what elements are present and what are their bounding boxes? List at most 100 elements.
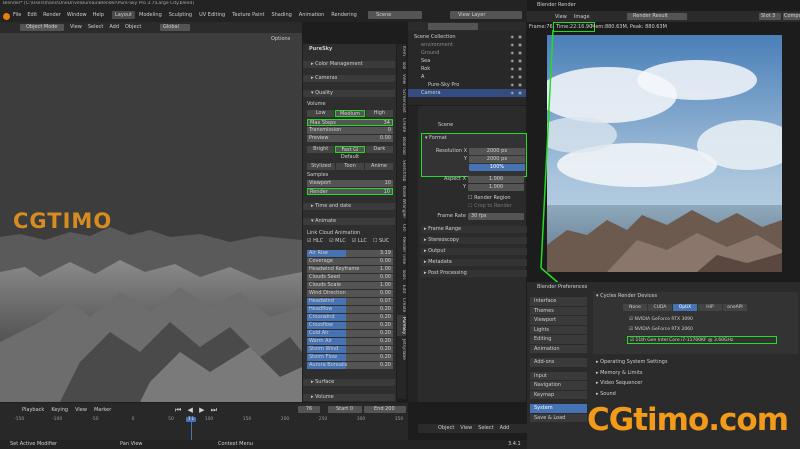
workspace-tab-shading[interactable]: Shading bbox=[268, 11, 294, 19]
eye-icon[interactable]: ◉ bbox=[511, 49, 515, 57]
eye-icon[interactable]: ◉ bbox=[511, 73, 515, 81]
camera-toggle-icon[interactable]: ▣ bbox=[518, 33, 522, 41]
device-checkbox[interactable]: ☑ 11th Gen Intel Core i7-11700KF @ 3.60G… bbox=[627, 336, 777, 344]
start-field[interactable]: Start 0 bbox=[328, 406, 362, 413]
sidebar-tab-puresky[interactable]: PureSky bbox=[397, 315, 406, 337]
quality-panel[interactable]: ▾ Quality bbox=[303, 90, 395, 97]
section-post-processing[interactable]: ▸ Post Processing bbox=[421, 270, 527, 277]
crop-checkbox[interactable]: ☐ Crop to Render bbox=[468, 203, 512, 210]
camera-toggle-icon[interactable]: ▣ bbox=[518, 81, 522, 89]
pref-nav-viewport[interactable]: Viewport bbox=[530, 316, 587, 325]
menu-window[interactable]: Window bbox=[67, 12, 87, 18]
render-samples-field[interactable]: Render 10 bbox=[307, 188, 393, 195]
anim-row[interactable]: Storm Wind 0.20 bbox=[307, 346, 393, 353]
res-x-field[interactable]: 2000 px bbox=[469, 148, 525, 155]
outliner-item[interactable]: A ◉ ▣ bbox=[408, 73, 526, 81]
render-menu-image[interactable]: Image bbox=[574, 14, 590, 20]
quality-low-button[interactable]: Low bbox=[307, 110, 335, 117]
checkbox-hlc[interactable]: ☑ HLC bbox=[307, 238, 323, 244]
quality-high-button[interactable]: High bbox=[365, 110, 393, 117]
pref-section-memory-limits[interactable]: ▸ Memory & Limits bbox=[593, 369, 798, 377]
sidebar-tab-create[interactable]: Create bbox=[397, 296, 406, 314]
menu-edit[interactable]: Edit bbox=[27, 12, 37, 18]
pref-nav-system[interactable]: System bbox=[530, 404, 587, 413]
sidebar-tab-tools[interactable]: Tools bbox=[397, 267, 406, 282]
sidebar-tab-item[interactable]: Item bbox=[397, 44, 406, 58]
menu-file[interactable]: File bbox=[13, 12, 21, 18]
anim-row[interactable]: Storm Flow 0.20 bbox=[307, 354, 393, 361]
section-metadata[interactable]: ▸ Metadata bbox=[421, 259, 527, 266]
workspace-tab-texture-paint[interactable]: Texture Paint bbox=[229, 11, 267, 19]
pref-section-sound[interactable]: ▸ Sound bbox=[593, 390, 798, 398]
anim-row[interactable]: Clouds Seed 0.00 bbox=[307, 274, 393, 281]
timeline-menu-keying[interactable]: Keying bbox=[51, 407, 68, 413]
device-tab-none[interactable]: None bbox=[623, 304, 647, 311]
style-stylized-button[interactable]: Stylized bbox=[307, 163, 335, 170]
render-menu-view[interactable]: View bbox=[555, 14, 567, 20]
end-field[interactable]: End 200 bbox=[364, 406, 406, 413]
pref-nav-editing[interactable]: Editing bbox=[530, 335, 587, 344]
anim-row[interactable]: Aurora Borealis 0.20 bbox=[307, 362, 393, 369]
sidebar-tab-create[interactable]: Create bbox=[397, 116, 406, 134]
workspace-tab-uv-editing[interactable]: UV Editing bbox=[196, 11, 228, 19]
pref-section-video-sequencer[interactable]: ▸ Video Sequencer bbox=[593, 379, 798, 387]
timeline-menu-marker[interactable]: Marker bbox=[94, 407, 111, 413]
anim-row[interactable]: Wind Direction 0.00 bbox=[307, 290, 393, 297]
current-frame-field[interactable]: 76 bbox=[298, 406, 320, 413]
camera-toggle-icon[interactable]: ▣ bbox=[518, 49, 522, 57]
viewport-samples-field[interactable]: Viewport 10 bbox=[307, 180, 393, 187]
render-region-checkbox[interactable]: ☐ Render Region bbox=[468, 195, 511, 202]
animate-panel[interactable]: ▾ Animate bbox=[303, 218, 395, 225]
outliner-item[interactable]: Scene Collection ◉ ▣ bbox=[408, 33, 526, 41]
sidebar-tab-edit[interactable]: Edit bbox=[397, 283, 406, 295]
anim-row[interactable]: Crossflow 0.20 bbox=[307, 322, 393, 329]
color-management-panel[interactable]: ▸ Color Management bbox=[303, 61, 395, 68]
outliner-item[interactable]: Rok ◉ ▣ bbox=[408, 65, 526, 73]
style-toon-button[interactable]: Toon bbox=[336, 163, 364, 170]
workspace-tab-layout[interactable]: Layout bbox=[112, 11, 135, 19]
sidebar-tab-render-time[interactable]: Render Time bbox=[397, 235, 406, 266]
eye-icon[interactable]: ◉ bbox=[511, 89, 515, 97]
device-tab-optix[interactable]: OptiX bbox=[673, 304, 697, 311]
section-stereoscopy[interactable]: ▸ Stereoscopy bbox=[421, 237, 527, 244]
max-steps-field[interactable]: Max Steps 34 bbox=[307, 119, 393, 126]
section-frame-range[interactable]: ▸ Frame Range bbox=[421, 226, 527, 233]
workspace-tab-sculpting[interactable]: Sculpting bbox=[166, 11, 195, 19]
format-header[interactable]: ▾ Format bbox=[425, 135, 447, 142]
checkbox-llc[interactable]: ☑ LLC bbox=[352, 238, 367, 244]
default-button[interactable]: Default bbox=[307, 154, 393, 161]
section-output[interactable]: ▸ Output bbox=[421, 248, 527, 255]
3d-viewport[interactable]: Object Mode View Select Add Object Global O… bbox=[0, 22, 302, 402]
outliner-item[interactable]: environment ◉ ▣ bbox=[408, 41, 526, 49]
blender-logo-icon[interactable] bbox=[3, 13, 10, 20]
eye-icon[interactable]: ◉ bbox=[511, 65, 515, 73]
pref-nav-navigation[interactable]: Navigation bbox=[530, 381, 587, 390]
sidebar-tab-tool[interactable]: Tool bbox=[397, 59, 406, 71]
playback-controls[interactable]: ⏮ ◀ ▶ ⏭ bbox=[175, 406, 219, 415]
device-tab-oneapi[interactable]: oneAPI bbox=[723, 304, 747, 311]
pref-nav-add-ons[interactable]: Add-ons bbox=[530, 358, 587, 367]
eye-icon[interactable]: ◉ bbox=[511, 81, 515, 89]
cycles-header[interactable]: ▾ Cycles Render Devices bbox=[596, 293, 657, 300]
slot-dropdown[interactable]: Slot 3 bbox=[759, 13, 781, 20]
scene-field[interactable]: Scene bbox=[368, 11, 422, 19]
camera-toggle-icon[interactable]: ▣ bbox=[518, 57, 522, 65]
composite-dropdown[interactable]: Composite bbox=[783, 13, 800, 20]
camera-toggle-icon[interactable]: ▣ bbox=[518, 89, 522, 97]
aspect-x-field[interactable]: 1.000 bbox=[468, 176, 524, 183]
outliner-item[interactable]: Camera ◉ ▣ bbox=[408, 89, 526, 97]
sidebar-tab-booltool[interactable]: BoolTool bbox=[397, 135, 406, 157]
anim-row[interactable]: Headflow 0.20 bbox=[307, 306, 393, 313]
view-layer-field[interactable]: View Layer bbox=[450, 11, 522, 19]
outliner-item[interactable]: Sea ◉ ▣ bbox=[408, 57, 526, 65]
volume-panel[interactable]: ▸ Volume bbox=[303, 394, 395, 401]
sidebar-tab-sketchfab[interactable]: Sketchfab bbox=[397, 158, 406, 183]
render-result-field[interactable]: Render Result bbox=[627, 13, 687, 20]
workspace-tab-rendering[interactable]: Rendering bbox=[328, 11, 360, 19]
menu-help[interactable]: Help bbox=[93, 12, 104, 18]
pref-nav-input[interactable]: Input bbox=[530, 371, 587, 380]
workspace-tab-modeling[interactable]: Modeling bbox=[136, 11, 165, 19]
sidebar-tab-screencast[interactable]: Screencast bbox=[397, 87, 406, 115]
props-footer-view[interactable]: View bbox=[460, 425, 472, 431]
pref-nav-keymap[interactable]: Keymap bbox=[530, 390, 587, 399]
